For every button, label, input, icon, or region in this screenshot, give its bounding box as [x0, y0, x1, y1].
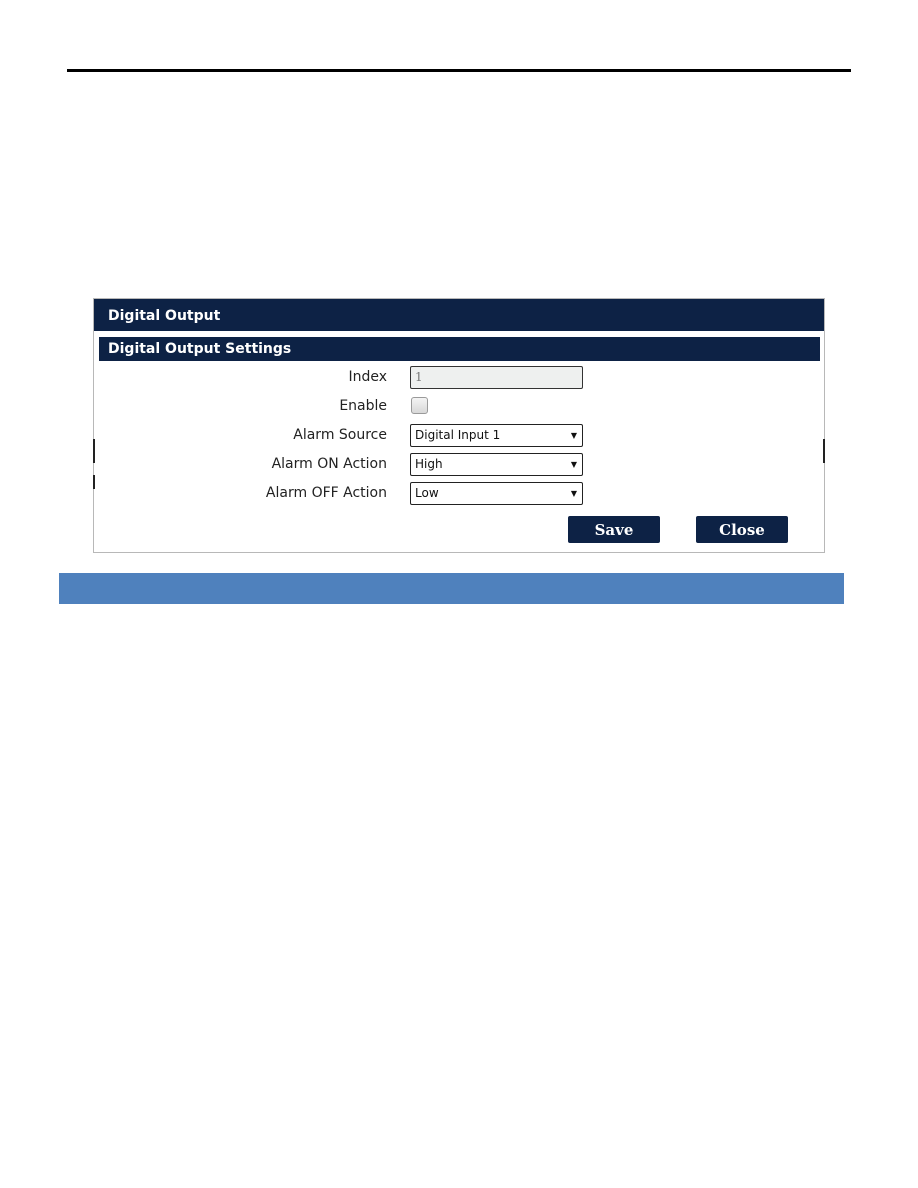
alarm-off-action-select[interactable]: Low ▼: [410, 482, 583, 505]
index-label: Index: [348, 369, 387, 385]
close-button[interactable]: Close: [696, 516, 788, 543]
alarm-on-action-label: Alarm ON Action: [271, 456, 387, 472]
index-row: Index 1: [94, 365, 824, 389]
alarm-source-label: Alarm Source: [293, 427, 387, 443]
alarm-source-row: Alarm Source Digital Input 1 ▼: [94, 423, 824, 447]
alarm-on-action-value: High: [415, 457, 443, 471]
digital-output-dialog: Digital Output Digital Output Settings I…: [93, 298, 825, 553]
alarm-source-select[interactable]: Digital Input 1 ▼: [410, 424, 583, 447]
page-header-rule: [67, 69, 851, 72]
enable-checkbox[interactable]: [411, 397, 428, 414]
section-title: Digital Output Settings: [99, 337, 820, 361]
chevron-down-icon: ▼: [570, 431, 577, 440]
chevron-down-icon: ▼: [570, 460, 577, 469]
dialog-title: Digital Output: [94, 299, 824, 331]
alarm-off-action-label: Alarm OFF Action: [265, 485, 387, 501]
chevron-down-icon: ▼: [570, 489, 577, 498]
enable-label: Enable: [339, 398, 387, 414]
enable-row: Enable: [94, 394, 824, 418]
save-button[interactable]: Save: [568, 516, 660, 543]
index-input[interactable]: 1: [410, 366, 583, 389]
alarm-off-action-row: Alarm OFF Action Low ▼: [94, 481, 824, 505]
alarm-source-value: Digital Input 1: [415, 428, 501, 442]
alarm-off-action-value: Low: [415, 486, 439, 500]
section-heading-bar: [59, 573, 844, 604]
alarm-on-action-select[interactable]: High ▼: [410, 453, 583, 476]
alarm-on-action-row: Alarm ON Action High ▼: [94, 452, 824, 476]
